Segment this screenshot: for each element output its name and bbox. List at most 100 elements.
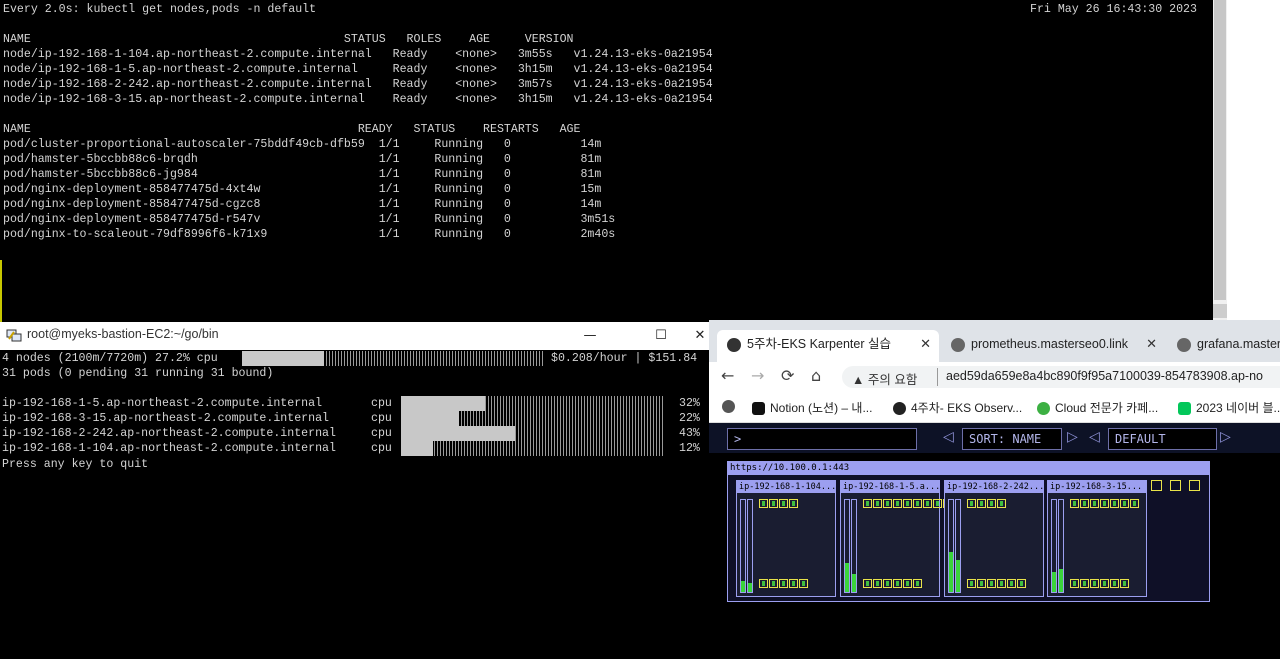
system-pod[interactable]: [977, 579, 986, 588]
system-pod[interactable]: [1120, 579, 1129, 588]
filter-input[interactable]: >: [727, 428, 917, 450]
node-box[interactable]: ip-192-168-1-5.a...: [840, 480, 952, 597]
back-button[interactable]: ←: [721, 366, 734, 385]
scrollbar-thumb[interactable]: [1214, 0, 1226, 300]
system-pod[interactable]: [903, 579, 912, 588]
system-pod[interactable]: [1070, 579, 1079, 588]
pod[interactable]: [903, 499, 912, 508]
unscheduled-pod[interactable]: [1170, 480, 1181, 491]
node-box[interactable]: ip-192-168-3-15...: [1047, 480, 1147, 597]
putty-icon: [6, 329, 22, 342]
unscheduled-pod[interactable]: [1151, 480, 1162, 491]
node-cpu-percent: 32%: [679, 397, 700, 410]
system-pod[interactable]: [789, 579, 798, 588]
pod[interactable]: [967, 499, 976, 508]
system-pod[interactable]: [769, 579, 778, 588]
tab-karpenter[interactable]: 5주차-EKS Karpenter 실습 ✕: [717, 330, 939, 362]
pod[interactable]: [893, 499, 902, 508]
system-pod[interactable]: [1017, 579, 1026, 588]
pod[interactable]: [1120, 499, 1129, 508]
pod[interactable]: [997, 499, 1006, 508]
node-box[interactable]: ip-192-168-2-242...: [944, 480, 1044, 597]
tab-favicon-icon: [951, 337, 965, 352]
pod[interactable]: [977, 499, 986, 508]
system-pod[interactable]: [873, 579, 882, 588]
home-button[interactable]: ⌂: [811, 366, 821, 385]
cpu-gauge: [740, 499, 746, 593]
minimize-button[interactable]: —: [567, 322, 613, 350]
system-pod[interactable]: [997, 579, 1006, 588]
pod[interactable]: [1080, 499, 1089, 508]
pod[interactable]: [923, 499, 932, 508]
pod[interactable]: [779, 499, 788, 508]
sort-prev-arrow[interactable]: ◁: [943, 429, 954, 445]
bookmark-naver-blog[interactable]: 2023 네이버 블...: [1178, 399, 1280, 416]
tab-grafana[interactable]: grafana.masters: [1167, 330, 1280, 362]
pod[interactable]: [987, 499, 996, 508]
tab-close-icon[interactable]: ✕: [1146, 330, 1157, 358]
close-button[interactable]: ✕: [690, 322, 710, 350]
cluster-cpu-bar-fill: [242, 351, 324, 366]
cpu-gauge: [948, 499, 954, 593]
tab-close-icon[interactable]: ✕: [920, 330, 931, 358]
node-box[interactable]: ip-192-168-1-104...: [736, 480, 836, 597]
system-pod[interactable]: [1080, 579, 1089, 588]
tab-prometheus[interactable]: prometheus.masterseo0.link ✕: [941, 330, 1165, 362]
terminal-line: NAME READY STATUS RESTARTS AGE: [3, 123, 581, 136]
system-pod[interactable]: [883, 579, 892, 588]
system-pod[interactable]: [1090, 579, 1099, 588]
pod[interactable]: [759, 499, 768, 508]
system-pod[interactable]: [967, 579, 976, 588]
pod[interactable]: [1070, 499, 1079, 508]
system-pod[interactable]: [893, 579, 902, 588]
terminal-line: Every 2.0s: kubectl get nodes,pods -n de…: [3, 3, 317, 16]
scrollbar-down-arrow[interactable]: [1213, 304, 1227, 318]
namespace-next-arrow[interactable]: ▷: [1220, 429, 1231, 445]
bookmark-eks-observ[interactable]: 4주차- EKS Observ...: [893, 399, 1022, 416]
pod[interactable]: [1090, 499, 1099, 508]
terminal-line: pod/cluster-proportional-autoscaler-75bd…: [3, 138, 602, 151]
pod[interactable]: [933, 499, 942, 508]
bookmark-apps-icon[interactable]: [722, 399, 740, 414]
pod[interactable]: [1130, 499, 1139, 508]
terminal-line: pod/nginx-deployment-858477475d-4xt4w 1/…: [3, 183, 602, 196]
pod[interactable]: [863, 499, 872, 508]
pod[interactable]: [1110, 499, 1119, 508]
system-pod[interactable]: [799, 579, 808, 588]
memory-gauge: [851, 499, 857, 593]
reload-button[interactable]: ⟳: [781, 366, 794, 385]
namespace-prev-arrow[interactable]: ◁: [1089, 429, 1100, 445]
bookmark-cloud-cafe[interactable]: Cloud 전문가 카페...: [1037, 399, 1158, 416]
tab-favicon-icon: [1177, 337, 1191, 352]
system-pod[interactable]: [779, 579, 788, 588]
node-metric: cpu: [371, 397, 392, 410]
system-pod[interactable]: [1100, 579, 1109, 588]
system-pod[interactable]: [1110, 579, 1119, 588]
maximize-button[interactable]: ☐: [638, 322, 684, 350]
forward-button[interactable]: →: [751, 366, 764, 385]
url-text[interactable]: aed59da659e8a4bc890f9f95a7100039-8547839…: [946, 369, 1263, 383]
node-cpu-bar-fill: [401, 396, 485, 411]
sort-next-arrow[interactable]: ▷: [1067, 429, 1078, 445]
system-pod[interactable]: [1007, 579, 1016, 588]
system-pod[interactable]: [987, 579, 996, 588]
cafe-icon: [1037, 402, 1050, 416]
system-pod[interactable]: [759, 579, 768, 588]
security-warning[interactable]: ▲ 주의 요함: [852, 369, 917, 388]
unscheduled-pod[interactable]: [1189, 480, 1200, 491]
pod[interactable]: [769, 499, 778, 508]
system-pod[interactable]: [863, 579, 872, 588]
sort-selector[interactable]: SORT: NAME: [962, 428, 1062, 450]
node-metric: cpu: [371, 427, 392, 440]
terminal-line: node/ip-192-168-1-104.ap-northeast-2.com…: [3, 48, 713, 61]
pod[interactable]: [789, 499, 798, 508]
terminal-line: pod/nginx-deployment-858477475d-cgzc8 1/…: [3, 198, 602, 211]
system-pod[interactable]: [913, 579, 922, 588]
pod[interactable]: [1100, 499, 1109, 508]
pod[interactable]: [873, 499, 882, 508]
bookmark-notion[interactable]: Notion (노션) – 내...: [752, 399, 872, 416]
pod[interactable]: [913, 499, 922, 508]
pod[interactable]: [883, 499, 892, 508]
namespace-selector[interactable]: DEFAULT: [1108, 428, 1217, 450]
terminal-line: node/ip-192-168-2-242.ap-northeast-2.com…: [3, 78, 713, 91]
